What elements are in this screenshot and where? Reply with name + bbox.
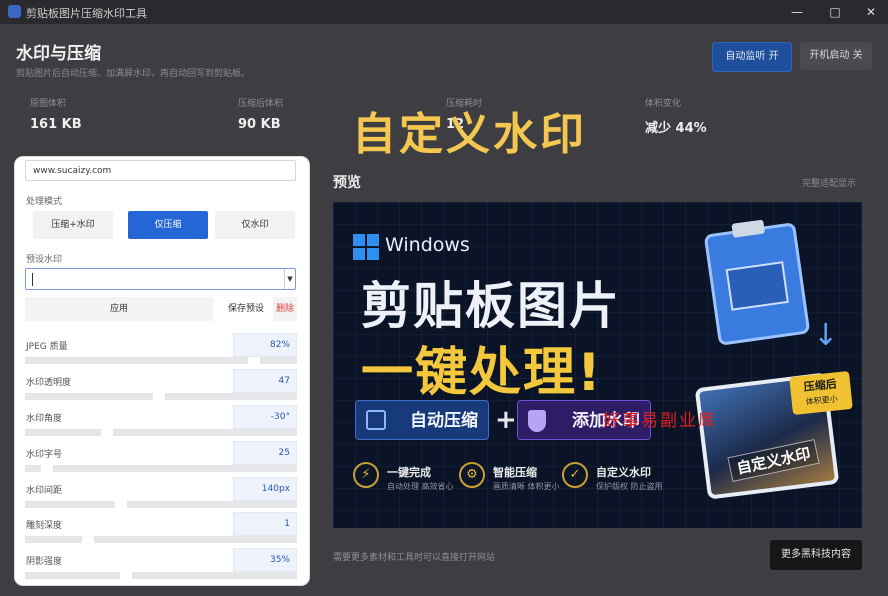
windows-logo-icon — [353, 234, 379, 260]
slider-label: 雕刻深度 — [26, 521, 63, 531]
slider-label: 水印字号 — [26, 450, 63, 460]
app-icon — [8, 5, 21, 18]
overlay-title: 自定义水印 — [352, 109, 587, 160]
feature-title: 智能压缩 — [493, 466, 537, 479]
slider-label: 水印透明度 — [26, 378, 72, 388]
feature-desc: 自动处理 高效省心 — [387, 482, 454, 491]
footer-note: 需要更多素材和工具时可以直接打开网站 — [333, 553, 496, 563]
slider-track-filled[interactable] — [25, 572, 120, 579]
slider-value-input[interactable]: 25 — [233, 441, 297, 465]
red-watermark-text: 好事易副业库 — [603, 411, 717, 431]
preview-label: 预览 — [333, 175, 361, 191]
badge-subtitle: 体积更小 — [805, 394, 839, 407]
shield-icon — [528, 410, 546, 432]
title-bar: 剪贴板图片压缩水印工具 — □ ✕ — [0, 0, 888, 24]
more-tech-button[interactable]: 更多黑科技内容 — [770, 540, 862, 570]
slider-row: JPEG 质量 82% — [25, 333, 297, 367]
slider-track-filled[interactable] — [25, 536, 82, 543]
slider-row: 水印透明度 47 — [25, 369, 297, 403]
maximize-button[interactable]: □ — [820, 2, 850, 22]
fit-display-link[interactable]: 完整适配显示 — [802, 176, 856, 189]
slider-track-filled[interactable] — [25, 393, 153, 400]
slider-track-rest[interactable] — [94, 536, 297, 543]
page-subtitle: 剪贴图片后自动压缩、加满屏水印，再自动回写到剪贴板。 — [16, 69, 251, 79]
save-preset-button[interactable]: 保存预设 — [223, 297, 269, 321]
page-title: 水印与压缩 — [16, 44, 101, 64]
feature-title: 自定义水印 — [596, 466, 651, 479]
tag-label: 自动压缩 — [410, 411, 478, 431]
banner-headline: 剪贴板图片 — [361, 277, 621, 335]
compressed-badge: 压缩后 体积更小 — [789, 370, 853, 416]
mode-watermark-only-button[interactable]: 仅水印 — [215, 211, 295, 239]
stat-label: 体积变化 — [645, 99, 682, 109]
lightning-icon: ⚡ — [353, 462, 379, 488]
mode-compress-only-button[interactable]: 仅压缩 — [128, 211, 208, 239]
slider-track-filled[interactable] — [25, 429, 101, 436]
slider-row: 水印角度 -30° — [25, 405, 297, 439]
slider-label: 阴影强度 — [26, 557, 63, 567]
slider-track-rest[interactable] — [127, 501, 297, 508]
slider-row: 雕刻深度 1 — [25, 512, 297, 546]
feature-title: 一键完成 — [387, 466, 431, 479]
auto-monitor-toggle[interactable]: 自动监听 开 — [712, 42, 792, 72]
slider-track-rest[interactable] — [53, 465, 297, 472]
stat-original-size: 原图体积 161 KB — [30, 96, 82, 132]
slider-track-filled[interactable] — [25, 501, 115, 508]
slider-track-rest[interactable] — [260, 357, 297, 364]
slider-label: 水印角度 — [26, 414, 63, 424]
watermark-settings-panel: www.sucaizy.com 处理模式 压缩+水印 仅压缩 仅水印 预设水印 … — [15, 157, 309, 585]
plus-sign: + — [495, 405, 517, 435]
windows-text: Windows — [385, 234, 470, 256]
stat-label: 压缩后体积 — [238, 99, 284, 109]
delete-button[interactable]: 删除 — [273, 297, 297, 321]
preset-watermark-select[interactable]: ▼ — [25, 268, 296, 290]
curved-arrow-icon: ↓ — [813, 318, 839, 353]
clipboard-icon — [703, 219, 811, 346]
apply-button[interactable]: 应用 — [25, 297, 213, 321]
feature-desc: 保护版权 防止盗用 — [596, 482, 663, 491]
banner-subheadline: 一键处理! — [361, 343, 603, 403]
slider-track-rest[interactable] — [132, 572, 297, 579]
minimize-button[interactable]: — — [782, 2, 812, 22]
text-cursor — [32, 273, 33, 286]
stat-value: 减少 44% — [645, 121, 707, 136]
image-icon — [725, 261, 789, 311]
slider-row: 水印间距 140px — [25, 477, 297, 511]
watermark-text-input[interactable]: www.sucaizy.com — [25, 160, 296, 181]
stat-value: 90 KB — [238, 117, 281, 132]
feature-desc: 画质清晰 体积更小 — [493, 482, 560, 491]
stat-value: 161 KB — [30, 117, 82, 132]
compress-icon — [366, 410, 386, 430]
preview-image: Windows 剪贴板图片 一键处理! 自动压缩 + 添加水印 ⚡ 一键完成 自… — [333, 202, 862, 528]
slider-track-filled[interactable] — [25, 465, 41, 472]
shield-check-icon: ✓ — [562, 462, 588, 488]
chevron-down-icon[interactable]: ▼ — [284, 269, 295, 289]
mode-compress-watermark-button[interactable]: 压缩+水印 — [33, 211, 113, 239]
slider-row: 阴影强度 35% — [25, 548, 297, 582]
slider-track-rest[interactable] — [113, 429, 297, 436]
slider-value-input[interactable]: 140px — [233, 477, 297, 501]
slider-label: JPEG 质量 — [26, 342, 68, 352]
window-title: 剪贴板图片压缩水印工具 — [26, 7, 147, 20]
close-button[interactable]: ✕ — [856, 2, 886, 22]
stat-size-change: 体积变化 减少 44% — [645, 96, 707, 136]
slider-value-input[interactable]: 35% — [233, 548, 297, 572]
stat-compressed-size: 压缩后体积 90 KB — [238, 96, 283, 132]
tag-auto-compress: 自动压缩 — [355, 400, 489, 440]
boot-start-toggle[interactable]: 开机启动 关 — [800, 42, 872, 70]
stat-label: 原图体积 — [30, 99, 67, 109]
mode-label: 处理模式 — [26, 197, 63, 207]
preset-label: 预设水印 — [26, 255, 63, 265]
slider-row: 水印字号 25 — [25, 441, 297, 475]
slider-label: 水印间距 — [26, 486, 63, 496]
slider-value-input[interactable]: -30° — [233, 405, 297, 429]
gear-icon: ⚙ — [459, 462, 485, 488]
slider-track-rest[interactable] — [165, 393, 297, 400]
slider-value-input[interactable]: 82% — [233, 333, 297, 357]
slider-value-input[interactable]: 47 — [233, 369, 297, 393]
slider-track-filled[interactable] — [25, 357, 248, 364]
slider-value-input[interactable]: 1 — [233, 512, 297, 536]
